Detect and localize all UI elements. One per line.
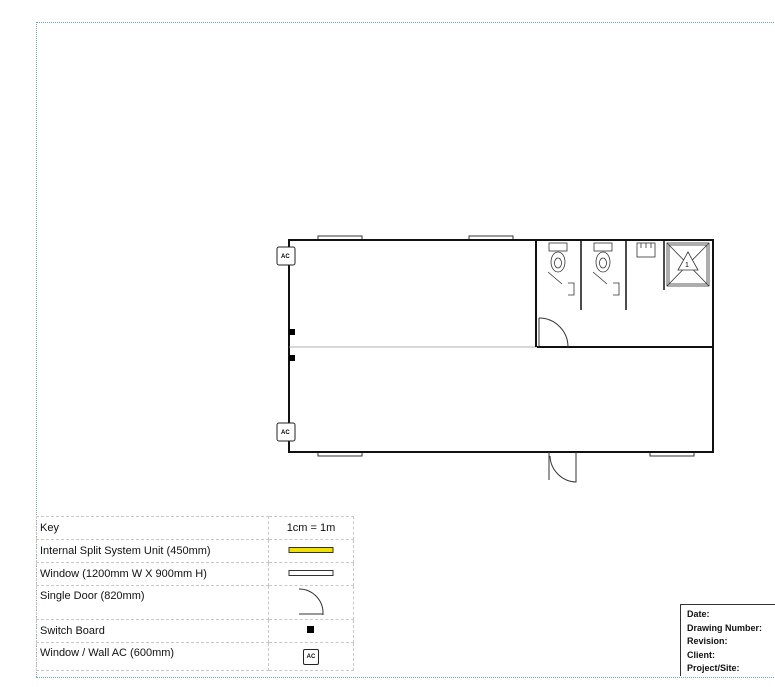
key-row-switch-board: Switch Board	[36, 619, 354, 643]
key-row-wall-ac: Window / Wall AC (600mm) AC	[36, 642, 354, 671]
toilet-1	[547, 242, 575, 296]
key-label-door: Single Door (820mm)	[36, 585, 269, 620]
key-label-switch-board: Switch Board	[36, 619, 269, 643]
title-block-project-site: Project/Site:	[687, 663, 740, 673]
key-symbol-split-unit	[268, 539, 354, 563]
title-block: Date: Drawing Number: Revision: Client: …	[680, 604, 775, 676]
title-block-client: Client:	[687, 649, 715, 660]
title-block-date: Date:	[687, 609, 710, 619]
door-icon	[298, 588, 324, 615]
wall-ac-bottom[interactable]: AC	[276, 422, 296, 442]
switch-board-icon	[307, 625, 314, 633]
entry-door[interactable]	[548, 452, 577, 483]
key-label-window: Window (1200mm W X 900mm H)	[36, 562, 269, 586]
key-label-split-unit: Internal Split System Unit (450mm)	[36, 539, 269, 563]
switch-board-1[interactable]	[289, 329, 295, 335]
split-unit-icon	[288, 547, 334, 553]
key-symbol-window	[268, 562, 354, 586]
key-label-wall-ac: Window / Wall AC (600mm)	[36, 642, 269, 671]
key-symbol-switch-board	[268, 619, 354, 643]
title-block-drawing-number: Drawing Number:	[687, 622, 763, 633]
wall-ac-top[interactable]: AC	[276, 246, 296, 266]
key-row-split-unit: Internal Split System Unit (450mm)	[36, 539, 354, 563]
svg-text:AC: AC	[281, 254, 290, 260]
key-header-label: Key	[36, 516, 269, 540]
svg-text:AC: AC	[281, 430, 290, 436]
key-symbol-wall-ac: AC	[268, 642, 354, 671]
wall-ac-icon: AC	[303, 648, 319, 665]
key-row-window: Window (1200mm W X 900mm H)	[36, 562, 354, 586]
title-block-revision: Revision:	[687, 636, 728, 646]
key-header-scale: 1cm = 1m	[268, 516, 354, 540]
window-icon	[288, 570, 334, 576]
key-header-row: Key 1cm = 1m	[36, 516, 354, 540]
sink	[636, 242, 656, 258]
key-row-door: Single Door (820mm)	[36, 585, 354, 620]
key-table: Key 1cm = 1m Internal Split System Unit …	[36, 516, 354, 671]
key-symbol-door	[268, 585, 354, 620]
toilet-2	[592, 242, 620, 296]
bathroom-door[interactable]	[538, 317, 569, 348]
switch-board-2[interactable]	[289, 355, 295, 361]
shower-number: 1	[685, 262, 689, 269]
